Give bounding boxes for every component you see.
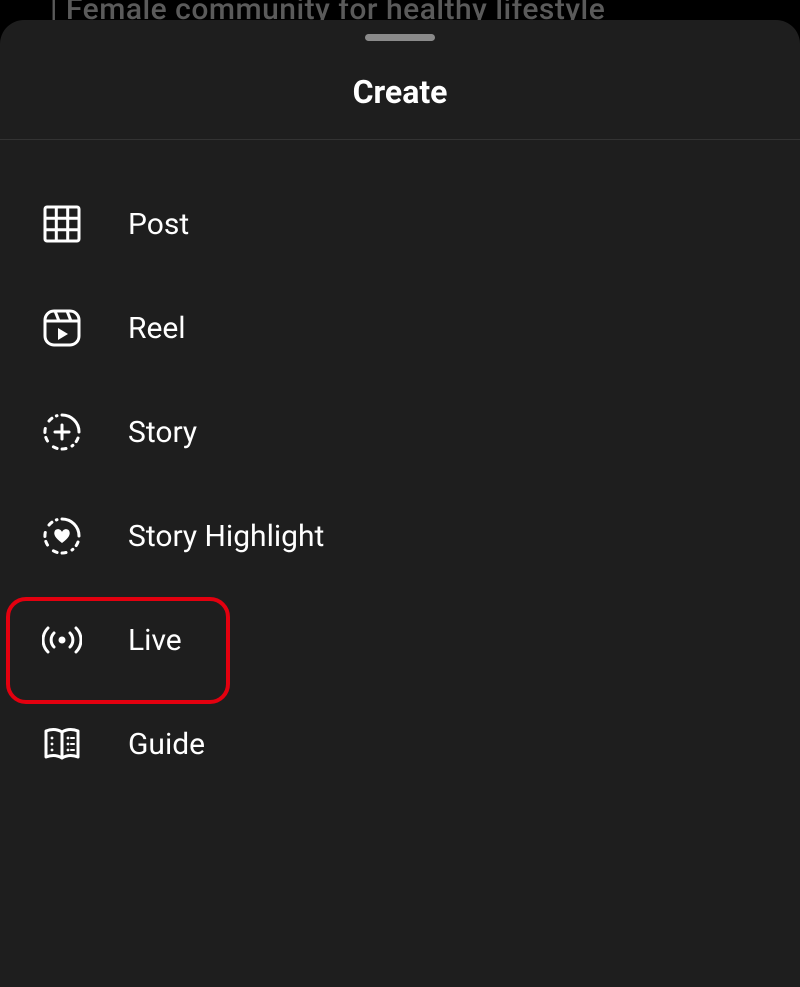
menu-item-live[interactable]: Live <box>0 588 800 692</box>
menu-item-label: Post <box>128 207 189 242</box>
menu-item-post[interactable]: Post <box>0 172 800 276</box>
menu-item-label: Live <box>128 623 182 658</box>
story-heart-icon <box>40 514 84 558</box>
menu-item-label: Reel <box>128 311 186 346</box>
drag-handle[interactable] <box>365 34 435 41</box>
reel-icon <box>40 306 84 350</box>
menu-item-story-highlight[interactable]: Story Highlight <box>0 484 800 588</box>
menu-item-label: Story <box>128 415 197 450</box>
menu-item-guide[interactable]: Guide <box>0 692 800 796</box>
live-icon <box>40 618 84 662</box>
menu-item-label: Guide <box>128 727 205 762</box>
guide-icon <box>40 722 84 766</box>
grid-icon <box>40 202 84 246</box>
menu-item-reel[interactable]: Reel <box>0 276 800 380</box>
menu-item-story[interactable]: Story <box>0 380 800 484</box>
sheet-title: Create <box>0 73 800 139</box>
create-bottom-sheet: Create Post <box>0 20 800 987</box>
story-plus-icon <box>40 410 84 454</box>
create-menu: Post Reel <box>0 140 800 796</box>
menu-item-label: Story Highlight <box>128 519 324 554</box>
